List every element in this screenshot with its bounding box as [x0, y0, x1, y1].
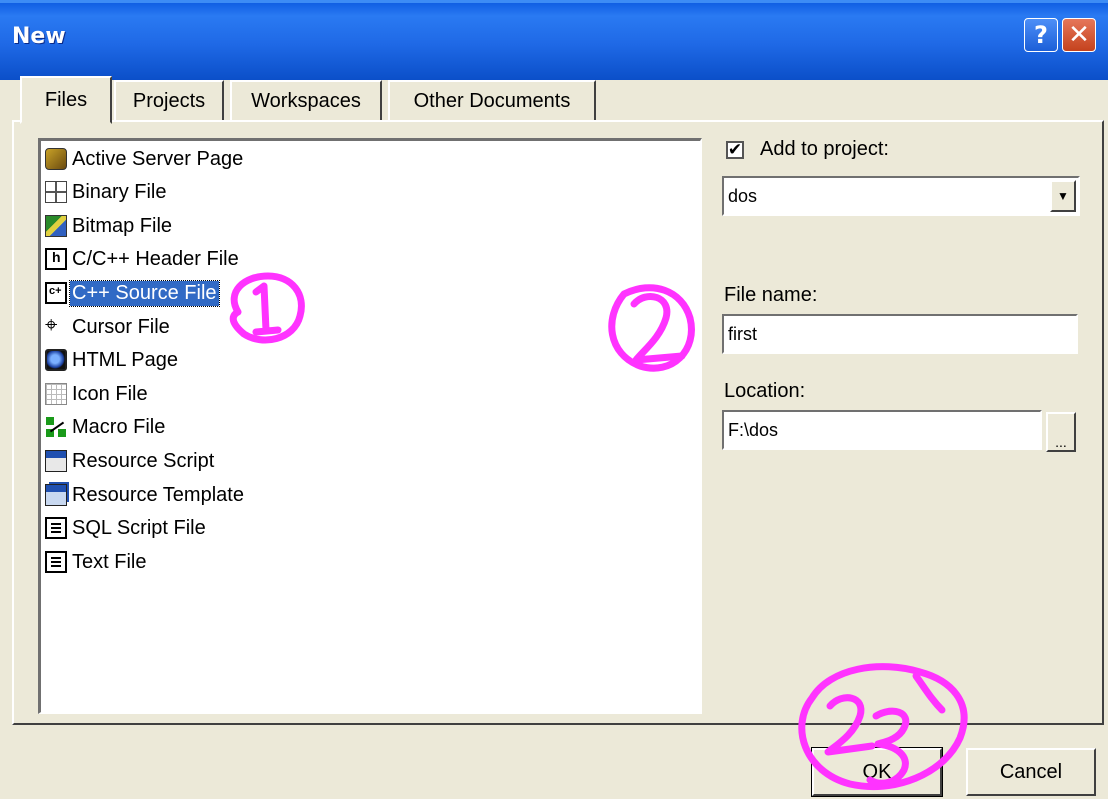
resource-template-icon — [45, 484, 67, 506]
file-name-input[interactable]: first — [722, 314, 1078, 354]
file-type-list[interactable]: Active Server Page Binary File Bitmap Fi… — [38, 138, 702, 714]
tab-other-documents-label: Other Documents — [413, 89, 571, 112]
checkmark-icon: ✔ — [727, 139, 743, 160]
cancel-button[interactable]: Cancel — [966, 748, 1096, 796]
location-input[interactable]: F:\dos — [722, 410, 1042, 450]
list-item[interactable]: SQL Script File — [45, 512, 208, 544]
tab-projects[interactable]: Projects — [114, 80, 224, 120]
icon-file-icon — [45, 383, 67, 405]
list-item-label: Icon File — [72, 382, 148, 405]
ok-button-label: OK — [862, 760, 892, 783]
tab-workspaces-label: Workspaces — [251, 89, 361, 112]
list-item[interactable]: Text File — [45, 546, 148, 578]
project-select-value: dos — [728, 185, 758, 206]
close-button[interactable]: ✕ — [1062, 18, 1096, 52]
close-icon: ✕ — [1068, 20, 1090, 50]
bitmap-file-icon — [45, 215, 67, 237]
title-bar: New ? ✕ — [0, 0, 1108, 80]
list-item[interactable]: HTML Page — [45, 344, 180, 376]
list-item-label: Resource Template — [72, 483, 244, 506]
project-select[interactable]: dos ▼ — [722, 176, 1080, 216]
list-item-label: C++ Source File — [69, 279, 220, 307]
list-item-label: Cursor File — [72, 315, 170, 338]
list-item[interactable]: Macro File — [45, 411, 167, 443]
list-item-label: Macro File — [72, 415, 166, 438]
list-item-label: Bitmap File — [72, 214, 173, 237]
text-file-icon — [45, 551, 67, 573]
html-page-icon — [45, 349, 67, 371]
list-item-label: HTML Page — [72, 348, 178, 371]
tab-files[interactable]: Files — [20, 76, 112, 124]
list-item-label: Binary File — [72, 180, 167, 203]
list-item-label: C/C++ Header File — [72, 247, 239, 270]
location-value: F:\dos — [728, 419, 779, 440]
tab-other-documents[interactable]: Other Documents — [388, 80, 596, 120]
help-button[interactable]: ? — [1024, 18, 1058, 52]
chevron-down-icon: ▼ — [1057, 189, 1069, 203]
list-item[interactable]: C/C++ Header File — [45, 243, 241, 275]
browse-button[interactable]: ... — [1046, 412, 1076, 452]
cpp-source-icon — [45, 282, 67, 304]
file-name-label: File name: — [724, 284, 818, 306]
list-item[interactable]: C++ Source File — [45, 277, 220, 309]
add-to-project-label: Add to project: — [760, 138, 889, 160]
tab-projects-label: Projects — [132, 89, 206, 112]
help-icon: ? — [1034, 21, 1048, 49]
list-item-label: Active Server Page — [72, 147, 244, 170]
list-item-label: Text File — [72, 550, 147, 573]
resource-script-icon — [45, 450, 67, 472]
list-item[interactable]: Binary File — [45, 176, 168, 208]
list-item[interactable]: Active Server Page — [45, 143, 245, 175]
tab-files-label: Files — [44, 88, 88, 111]
browse-button-label: ... — [1055, 434, 1067, 450]
list-item[interactable]: Cursor File — [45, 311, 172, 343]
list-item-label: Resource Script — [72, 449, 215, 472]
list-item[interactable]: Icon File — [45, 378, 150, 410]
add-to-project-checkbox[interactable]: ✔ — [726, 141, 744, 159]
ok-button[interactable]: OK — [811, 747, 943, 797]
list-item[interactable]: Resource Script — [45, 445, 216, 477]
file-name-value: first — [728, 323, 757, 344]
location-label: Location: — [724, 380, 806, 402]
cancel-button-label: Cancel — [999, 760, 1063, 783]
tab-workspaces[interactable]: Workspaces — [230, 80, 382, 120]
list-item[interactable]: Bitmap File — [45, 210, 174, 242]
list-item-label: SQL Script File — [72, 516, 206, 539]
cursor-file-icon — [45, 313, 67, 338]
binary-file-icon — [45, 181, 67, 203]
dropdown-button[interactable]: ▼ — [1050, 180, 1076, 212]
title-bar-highlight — [0, 0, 1108, 3]
list-item[interactable]: Resource Template — [45, 479, 246, 511]
window-title: New — [12, 24, 66, 49]
macro-file-icon — [45, 416, 67, 438]
asp-icon — [45, 148, 67, 170]
sql-script-icon — [45, 517, 67, 539]
header-file-icon — [45, 248, 67, 270]
